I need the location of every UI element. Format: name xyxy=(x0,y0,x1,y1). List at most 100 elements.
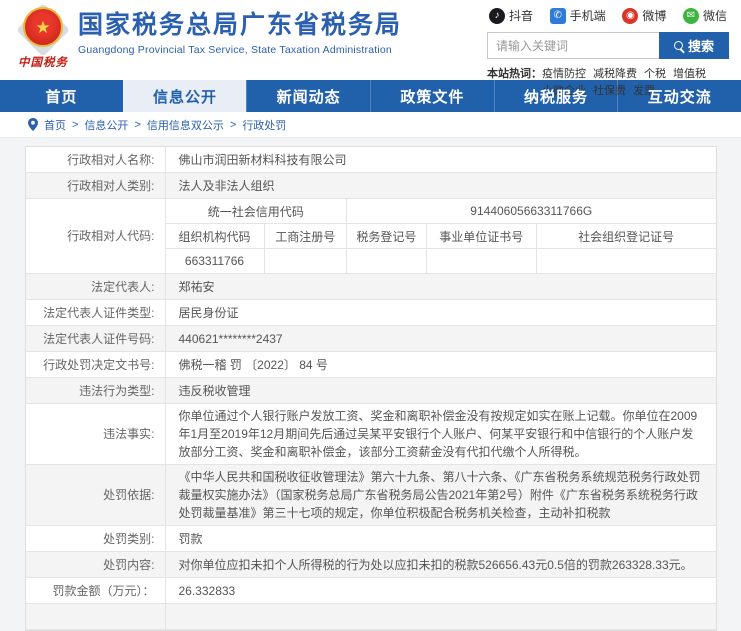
row-value xyxy=(166,604,716,629)
breadcrumb-separator: > xyxy=(229,118,237,131)
douyin-link[interactable]: ♪ 抖音 xyxy=(489,7,533,24)
emblem-star-icon: ★ xyxy=(23,7,63,47)
row-label: 法定代表人证件号码: xyxy=(26,326,166,351)
site-search: 搜索 xyxy=(487,32,729,59)
mobile-label: 手机端 xyxy=(569,9,606,23)
party-type-value: 法人及非法人组织 xyxy=(178,178,275,193)
row-label: 行政相对人类别: xyxy=(26,173,166,198)
legal-rep-value: 郑祐安 xyxy=(178,279,215,294)
breadcrumb-separator: > xyxy=(134,118,141,131)
party-code-row: 行政相对人代码: 统一社会信用代码 91440605663311766G 组织机… xyxy=(25,199,716,274)
row-label: 处罚依据: xyxy=(26,465,166,525)
penalty-basis-value: 《中华人民共和国税收征收管理法》第六十九条、第八十六条、《广东省税务系统规范税务… xyxy=(178,470,701,520)
wechat-icon: ✉ xyxy=(682,7,699,24)
credit-code-label: 统一社会信用代码 xyxy=(166,199,347,223)
code-headers-subrow: 组织机构代码 工商注册号 税务登记号 事业单位证书号 社会组织登记证号 xyxy=(165,224,716,249)
table-row: 法定代表人证件号码: 440621********2437 xyxy=(25,326,716,352)
credit-code-value: 91440605663311766G xyxy=(470,204,593,218)
title-block: 国家税务总局广东省税务局 Guangdong Provincial Tax Se… xyxy=(78,0,402,80)
table-row: 处罚类别: 罚款 xyxy=(25,526,716,552)
violation-facts-value: 你单位通过个人银行账户发放工资、奖金和离职补偿金没有按规定如实在账上记载。你单位… xyxy=(178,409,698,459)
location-pin-icon xyxy=(28,118,38,131)
row-label: 行政处罚决定文书号: xyxy=(26,352,166,377)
table-row: 处罚内容: 对你单位应扣未扣个人所得税的行为处以应扣未扣的税款526656.43… xyxy=(25,552,716,578)
douyin-label: 抖音 xyxy=(509,9,534,23)
org-code-header: 组织机构代码 xyxy=(166,224,265,248)
table-row: 违法事实: 你单位通过个人银行账户发放工资、奖金和离职补偿金没有按规定如实在账上… xyxy=(25,404,716,465)
nav-item-policy[interactable]: 政策文件 xyxy=(370,80,494,112)
penalty-content-value: 对你单位应扣未扣个人所得税的行为处以应扣未扣的税款526656.43元0.5倍的… xyxy=(178,557,693,572)
weibo-label: 微博 xyxy=(642,9,667,23)
header-utilities: ♪ 抖音 ✆ 手机端 ◉ 微博 ✉ 微信 搜索 本站热词： xyxy=(487,0,729,97)
violation-type-value: 违反税收管理 xyxy=(178,383,251,398)
nav-item-home[interactable]: 首页 xyxy=(0,80,123,112)
table-row-cutoff xyxy=(25,604,716,630)
table-row: 罚款金额（万元）： 26.332833 xyxy=(25,578,716,604)
breadcrumb-info-disclosure[interactable]: 信息公开 xyxy=(84,117,128,133)
id-type-value: 居民身份证 xyxy=(178,305,239,320)
row-label: 违法事实: xyxy=(26,404,166,464)
breadcrumb: 首页 > 信息公开 > 信用信息双公示 > 行政处罚 xyxy=(0,112,741,138)
id-number-value: 440621********2437 xyxy=(178,331,283,346)
table-row: 法定代表人: 郑祐安 xyxy=(25,274,716,300)
nav-item-tax-service[interactable]: 纳税服务 xyxy=(493,80,618,112)
penalty-category-value: 罚款 xyxy=(178,531,203,546)
row-label: 行政相对人代码: xyxy=(26,199,166,273)
row-label: 法定代表人证件类型: xyxy=(26,300,166,325)
business-reg-header: 工商注册号 xyxy=(265,224,347,248)
breadcrumb-separator: > xyxy=(72,118,79,131)
logo-calligraphy: 中国税务 xyxy=(18,55,68,69)
penalty-detail-table: 行政相对人名称: 佛山市润田新材料科技有限公司 行政相对人类别: 法人及非法人组… xyxy=(24,146,717,631)
breadcrumb-credit-publicity[interactable]: 信用信息双公示 xyxy=(147,117,224,133)
douyin-icon: ♪ xyxy=(489,7,505,24)
social-org-cert-value xyxy=(537,249,716,273)
row-label: 处罚类别: xyxy=(26,526,166,551)
mobile-icon: ✆ xyxy=(549,7,566,24)
institution-cert-value xyxy=(427,249,537,273)
mobile-app-link[interactable]: ✆ 手机端 xyxy=(549,7,606,24)
tax-reg-header: 税务登记号 xyxy=(347,224,427,248)
decision-doc-number-value: 佛税一稽 罚 〔2022〕 84 号 xyxy=(178,357,328,372)
table-row: 行政处罚决定文书号: 佛税一稽 罚 〔2022〕 84 号 xyxy=(25,352,716,378)
site-subtitle: Guangdong Provincial Tax Service, State … xyxy=(78,43,392,56)
wechat-link[interactable]: ✉ 微信 xyxy=(682,7,727,24)
code-values-subrow: 663311766 xyxy=(166,249,716,273)
site-header: ★ 中国税务 国家税务总局广东省税务局 Guangdong Provincial… xyxy=(0,0,741,97)
institution-cert-header: 事业单位证书号 xyxy=(427,224,537,248)
quick-links: ♪ 抖音 ✆ 手机端 ◉ 微博 ✉ 微信 xyxy=(487,7,729,24)
social-org-cert-header: 社会组织登记证号 xyxy=(578,229,675,244)
table-row: 行政相对人名称: 佛山市润田新材料科技有限公司 xyxy=(25,147,716,173)
search-button[interactable]: 搜索 xyxy=(659,32,729,59)
table-row: 处罚依据: 《中华人民共和国税收征收管理法》第六十九条、第八十六条、《广东省税务… xyxy=(25,465,716,526)
content-area: 行政相对人名称: 佛山市润田新材料科技有限公司 行政相对人类别: 法人及非法人组… xyxy=(0,138,741,631)
breadcrumb-home[interactable]: 首页 xyxy=(44,117,66,133)
weibo-icon: ◉ xyxy=(622,7,639,24)
national-emblem-icon: ★ xyxy=(16,3,70,57)
row-label: 罚款金额（万元）： xyxy=(26,578,166,603)
site-title: 国家税务总局广东省税务局 xyxy=(78,11,403,39)
row-label: 违法行为类型: xyxy=(26,378,166,403)
credit-code-subrow: 统一社会信用代码 91440605663311766G xyxy=(165,199,716,224)
fine-amount-value: 26.332833 xyxy=(178,583,236,598)
search-button-label: 搜索 xyxy=(687,39,714,54)
table-row: 法定代表人证件类型: 居民身份证 xyxy=(25,300,716,326)
row-label: 行政相对人名称: xyxy=(26,147,166,172)
row-label: 处罚内容: xyxy=(26,552,166,577)
table-row: 违法行为类型: 违反税收管理 xyxy=(25,378,716,404)
wechat-label: 微信 xyxy=(702,9,727,23)
tax-reg-value xyxy=(347,249,427,273)
main-nav: 首页 信息公开 新闻动态 政策文件 纳税服务 互动交流 xyxy=(0,80,741,112)
org-code-value: 663311766 xyxy=(166,249,265,273)
breadcrumb-admin-penalty[interactable]: 行政处罚 xyxy=(242,117,286,133)
search-input[interactable] xyxy=(487,32,659,59)
emblem-wrap: ★ 中国税务 xyxy=(14,3,72,80)
table-row: 行政相对人类别: 法人及非法人组织 xyxy=(25,173,716,199)
nav-item-info-disclosure[interactable]: 信息公开 xyxy=(122,80,247,112)
row-label xyxy=(26,604,166,629)
nav-item-interaction[interactable]: 互动交流 xyxy=(617,80,741,112)
party-code-grid: 统一社会信用代码 91440605663311766G 组织机构代码 工商注册号… xyxy=(165,199,716,273)
nav-item-news[interactable]: 新闻动态 xyxy=(246,80,370,112)
weibo-link[interactable]: ◉ 微博 xyxy=(622,7,666,24)
business-reg-value xyxy=(265,249,347,273)
site-logo: ★ 中国税务 xyxy=(14,0,72,80)
